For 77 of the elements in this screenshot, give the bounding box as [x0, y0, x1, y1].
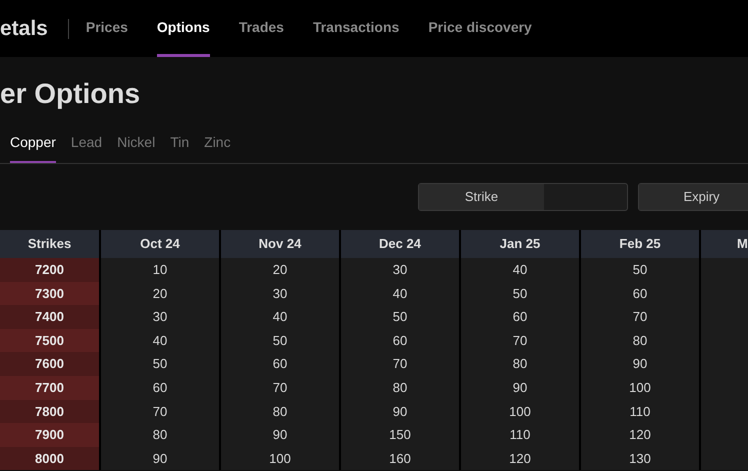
table-cell: 20	[221, 258, 339, 282]
nav-tab[interactable]: Transactions	[312, 0, 400, 57]
table-cell: 70	[341, 352, 459, 376]
table-cell: 100	[221, 446, 339, 470]
table-cell: 60	[461, 305, 579, 329]
toggle-option[interactable]: Strike	[419, 184, 544, 210]
table-cell: 80	[461, 352, 579, 376]
strike-cell: 7900	[0, 423, 99, 447]
strike-cell: 7600	[0, 352, 99, 376]
table-cell: 70	[581, 305, 699, 329]
table-cell: 50	[581, 258, 699, 282]
table-cell: 60	[341, 328, 459, 352]
column-header: Dec 24	[341, 230, 459, 258]
table-cell: 40	[221, 305, 339, 329]
nav-tab[interactable]: Price discovery	[428, 0, 532, 57]
metal-tab[interactable]: Zinc	[204, 132, 231, 163]
column-header: Strikes	[0, 230, 99, 258]
table-cell: 90	[341, 400, 459, 424]
table-cell: 100	[581, 376, 699, 400]
table-cell: 100	[461, 400, 579, 424]
table-cell: 120	[461, 446, 579, 470]
table-cell: 30	[221, 282, 339, 306]
nav-tab[interactable]: Trades	[238, 0, 284, 57]
table-cell: 70	[221, 376, 339, 400]
table-cell: 40	[461, 258, 579, 282]
column-header: Oct 24	[101, 230, 219, 258]
brand-logo: etals	[0, 16, 48, 42]
column-header: Nov 24	[221, 230, 339, 258]
table-cell: 90	[101, 446, 219, 470]
metal-tab[interactable]: Tin	[170, 132, 190, 163]
strike-cell: 7200	[0, 258, 99, 282]
table-cell: 60	[101, 376, 219, 400]
table-cell: 120	[581, 423, 699, 447]
nav-tab[interactable]: Options	[156, 0, 210, 57]
table-cell: 40	[341, 282, 459, 306]
table-cell: 70	[461, 328, 579, 352]
strike-cell: 8000	[0, 446, 99, 470]
table-cell: 90	[581, 352, 699, 376]
table-cell: 80	[341, 376, 459, 400]
empty-cell	[701, 258, 748, 282]
table-cell: 80	[101, 423, 219, 447]
table-cell: 80	[221, 400, 339, 424]
column-header: M	[701, 230, 748, 258]
table-cell: 40	[101, 328, 219, 352]
column-header: Jan 25	[461, 230, 579, 258]
table-cell: 30	[341, 258, 459, 282]
metal-tab[interactable]: Nickel	[117, 132, 156, 163]
table-cell: 50	[341, 305, 459, 329]
nav-tab[interactable]: Prices	[86, 0, 128, 57]
table-cell: 90	[221, 423, 339, 447]
table-cell: 160	[341, 446, 459, 470]
metal-tab[interactable]: Copper	[10, 132, 56, 163]
table-cell: 60	[221, 352, 339, 376]
column-header: Feb 25	[581, 230, 699, 258]
strike-cell: 7500	[0, 328, 99, 352]
table-cell: 10	[101, 258, 219, 282]
table-cell: 50	[101, 352, 219, 376]
strike-cell: 7300	[0, 282, 99, 306]
strike-cell: 7700	[0, 376, 99, 400]
table-cell: 110	[581, 400, 699, 424]
segmented-toggle[interactable]: Strike	[418, 183, 628, 211]
table-cell: 60	[581, 282, 699, 306]
table-cell: 30	[101, 305, 219, 329]
toggle-option[interactable]: Expiry	[639, 184, 748, 210]
page-title: er Options	[0, 77, 142, 111]
metal-tab[interactable]: Lead	[70, 132, 102, 163]
table-cell: 130	[581, 446, 699, 470]
table-cell: 150	[341, 423, 459, 447]
table-cell: 20	[101, 282, 219, 306]
table-cell: 90	[461, 376, 579, 400]
table-cell: 50	[221, 328, 339, 352]
strike-cell: 7400	[0, 305, 99, 329]
table-cell: 70	[101, 400, 219, 424]
table-cell: 50	[461, 282, 579, 306]
table-cell: 110	[461, 423, 579, 447]
strike-cell: 7800	[0, 400, 99, 424]
table-cell: 80	[581, 328, 699, 352]
